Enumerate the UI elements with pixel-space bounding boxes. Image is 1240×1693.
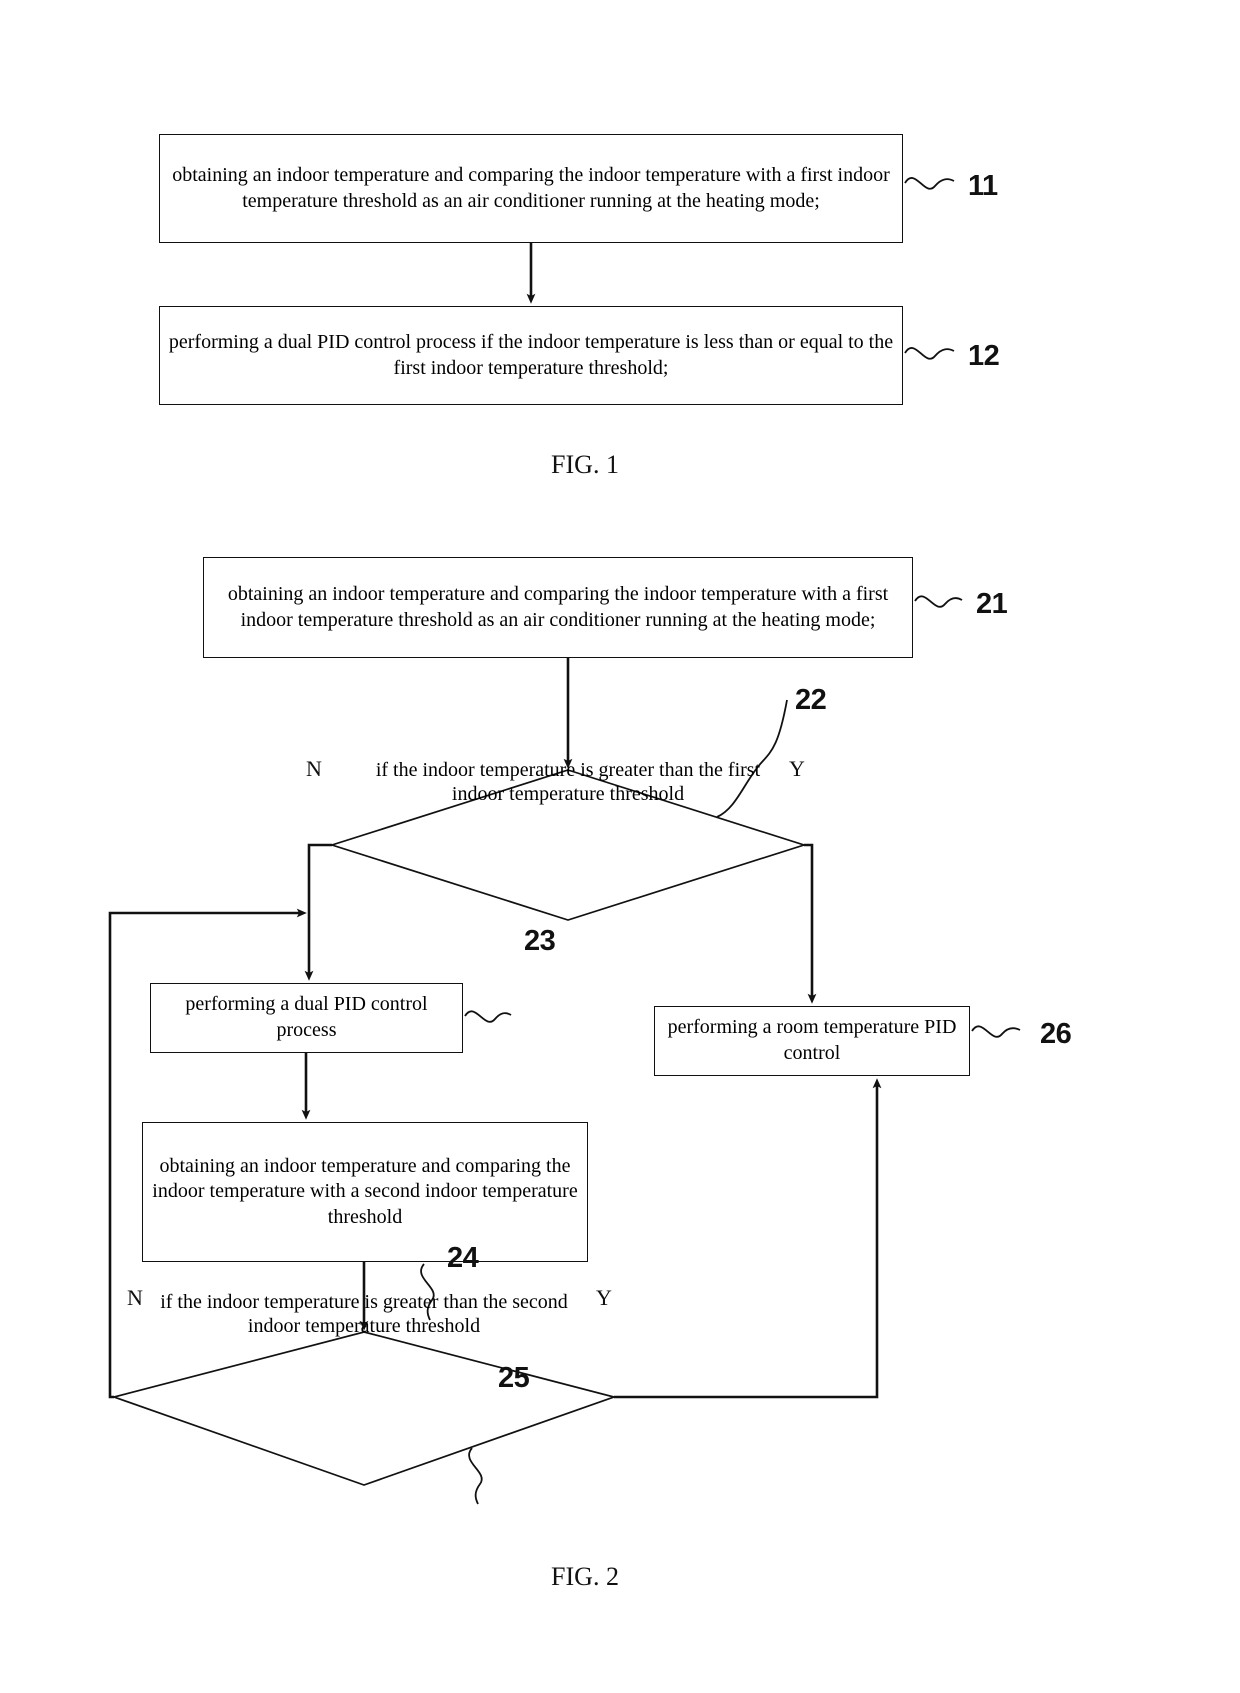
reference-numeral-25: 25 [498, 1362, 530, 1394]
flowchart-lines-layer [108, 177, 1021, 1505]
leader-line-11 [904, 177, 955, 190]
branch-label-22-no: N [306, 756, 322, 781]
connector-22-yes-to-26 [804, 843, 817, 1004]
leader-line-22 [716, 699, 788, 818]
reference-numeral-21: 21 [976, 588, 1008, 620]
process-box-23-text: performing a dual PID control process [185, 993, 428, 1041]
process-box-11-text: obtaining an indoor temperature and comp… [172, 163, 890, 212]
process-box-21-text: obtaining an indoor temperature and comp… [227, 582, 889, 631]
reference-numeral-12: 12 [968, 340, 1000, 372]
process-box-12[interactable]: performing a dual PID control process if… [159, 306, 903, 405]
leader-line-21 [914, 595, 963, 608]
leader-line-24 [420, 1263, 435, 1321]
process-box-12-text: performing a dual PID control process if… [168, 330, 894, 379]
connector-25-yes-to-26 [614, 1078, 882, 1399]
process-box-11[interactable]: obtaining an indoor temperature and comp… [159, 134, 903, 243]
leader-line-26 [971, 1025, 1021, 1038]
process-box-23[interactable]: performing a dual PID control process [150, 983, 463, 1053]
reference-numeral-26: 26 [1040, 1018, 1072, 1050]
reference-numeral-11: 11 [968, 170, 998, 202]
process-box-24[interactable]: obtaining an indoor temperature and comp… [142, 1122, 588, 1262]
branch-label-22-yes: Y [789, 756, 805, 781]
process-box-26[interactable]: performing a room temperature PID contro… [654, 1006, 970, 1076]
figure-caption-2: FIG. 2 [551, 1562, 619, 1591]
reference-numeral-24: 24 [447, 1242, 479, 1274]
patent-drawing-sheet: obtaining an indoor temperature and comp… [0, 0, 1240, 1693]
process-box-26-text: performing a room temperature PID contro… [667, 1016, 957, 1064]
reference-numeral-23: 23 [524, 925, 556, 957]
reference-numeral-22: 22 [795, 684, 827, 716]
figure-caption-1: FIG. 1 [551, 450, 619, 479]
decision-diamond-25-outline [111, 1331, 617, 1486]
leader-line-23 [464, 1010, 512, 1023]
leader-line-25 [468, 1447, 483, 1505]
decision-diamond-22-outline [329, 769, 807, 921]
branch-label-25-no: N [127, 1285, 143, 1310]
leader-line-12 [904, 347, 955, 360]
process-box-24-text: obtaining an indoor temperature and comp… [152, 1154, 578, 1228]
connector-22-no-to-23 [304, 843, 332, 981]
branch-label-25-yes: Y [596, 1285, 612, 1310]
process-box-21[interactable]: obtaining an indoor temperature and comp… [203, 557, 913, 658]
